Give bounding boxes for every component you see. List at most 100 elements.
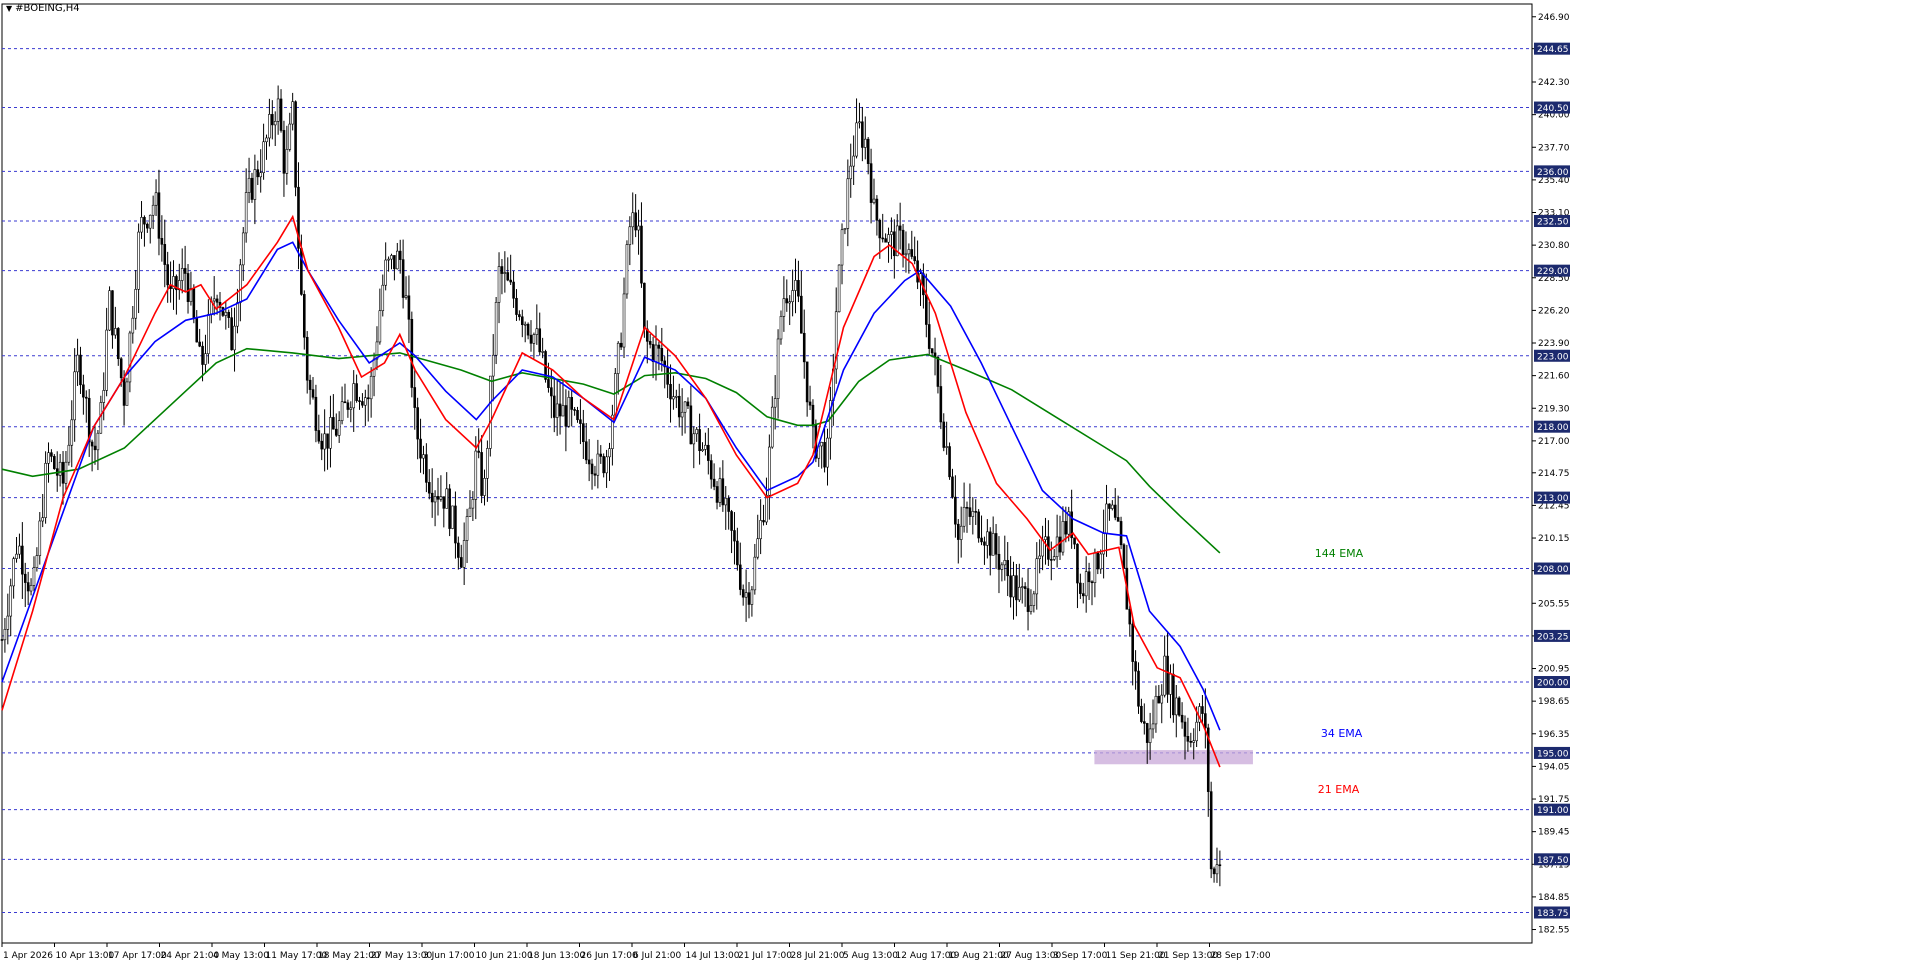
candle-body-302 [878,219,882,239]
candle-body-125 [364,397,367,406]
candle-body-361 [1049,559,1053,561]
candle-body-256 [744,592,748,598]
candle-body-201 [584,441,588,461]
candle-body-113 [329,417,332,449]
candle-body-36 [105,329,108,391]
candle-body-417 [1212,868,1216,875]
candle-body-96 [279,98,283,131]
candle-body-105 [305,336,309,381]
candle-body-261 [759,520,762,540]
candle-body-319 [927,324,931,349]
price-chart[interactable]: 246.90244.65242.30240.00237.70235.40233.… [0,0,1916,963]
candle-body-3 [9,585,13,617]
candle-body-51 [148,214,152,229]
candle-body-25 [73,371,76,421]
candle-body-330 [959,525,963,540]
candle-body-147 [427,482,431,494]
candle-body-270 [785,298,789,304]
candle-body-239 [695,429,698,435]
candle-body-334 [971,511,975,517]
candle-body-42 [122,377,126,406]
candle-body-407 [1183,721,1187,737]
candle-body-98 [285,149,289,174]
level-label-13: 187.50 [1537,856,1569,866]
candle-body-274 [797,280,800,297]
candle-body-309 [898,225,902,231]
candle-body-37 [108,290,111,331]
y-tick-label-23: 194.05 [1538,762,1570,772]
candle-body-220 [640,225,643,284]
candle-body-374 [1087,571,1091,583]
candle-body-192 [558,403,562,417]
candle-body-20 [58,461,62,476]
candle-body-399 [1160,694,1164,704]
x-tick-label-22: 21 Sep 13:00 [1158,951,1218,961]
candle-body-413 [1201,706,1204,714]
candle-body-411 [1195,721,1198,742]
candle-body-195 [567,397,571,427]
candle-body-259 [753,556,757,591]
candle-body-333 [968,507,972,517]
candle-body-6 [18,545,21,555]
candle-body-166 [483,478,486,496]
candle-body-299 [869,163,873,203]
chart-window[interactable]: 246.90244.65242.30240.00237.70235.40233.… [0,0,1916,963]
candle-body-337 [980,537,983,543]
candle-body-153 [445,488,449,509]
candle-body-29 [84,396,88,399]
candle-body-33 [96,432,100,451]
candle-body-47 [137,231,140,290]
candle-body-252 [733,530,736,542]
candle-body-77 [224,311,228,316]
candle-body-206 [599,453,603,457]
candle-body-176 [512,281,515,299]
candle-body-301 [875,198,879,221]
candle-body-99 [288,123,292,150]
candle-body-254 [738,564,742,590]
level-label-0: 244.65 [1537,45,1569,55]
candle-body-296 [861,121,864,148]
level-label-3: 232.50 [1537,218,1569,228]
candle-body-370 [1076,543,1079,584]
triangle-down-icon[interactable]: ▼ [6,4,12,13]
candle-body-258 [750,589,754,605]
candle-body-88 [256,169,260,178]
candle-body-226 [657,344,661,349]
candle-body-257 [747,592,751,605]
candle-body-213 [619,342,623,348]
candle-body-359 [1044,536,1047,541]
candle-body-271 [788,301,791,304]
level-label-8: 208.00 [1537,565,1569,575]
candle-body-97 [282,130,286,174]
candle-body-22 [64,461,68,484]
candle-body-247 [718,478,722,503]
candle-body-304 [884,238,887,243]
candle-body-323 [939,386,943,423]
candle-body-68 [198,341,201,347]
candle-body-342 [994,533,998,555]
candle-body-391 [1137,670,1140,707]
candle-body-21 [61,461,65,484]
candle-body-310 [901,229,905,255]
x-tick-label-15: 28 Jul 21:00 [791,951,845,961]
candle-body-173 [503,272,507,274]
candle-body-205 [596,453,600,476]
candle-body-354 [1029,605,1033,612]
candle-body-156 [454,505,457,544]
candle-body-208 [605,456,608,474]
candle-body-329 [956,523,960,540]
candle-body-279 [811,404,815,426]
candle-body-7 [21,545,24,575]
candle-body-390 [1134,661,1137,672]
candle-body-266 [773,398,777,408]
candle-body-185 [538,328,542,353]
level-label-4: 229.00 [1537,267,1569,277]
candle-body-198 [576,410,579,421]
candle-body-13 [38,520,42,556]
x-tick-label-8: 3 Jun 17:00 [423,951,475,961]
candle-body-5 [15,553,18,559]
candle-body-284 [826,437,829,468]
candle-body-108 [314,396,318,431]
candle-body-164 [477,450,480,453]
candle-body-41 [119,358,123,379]
